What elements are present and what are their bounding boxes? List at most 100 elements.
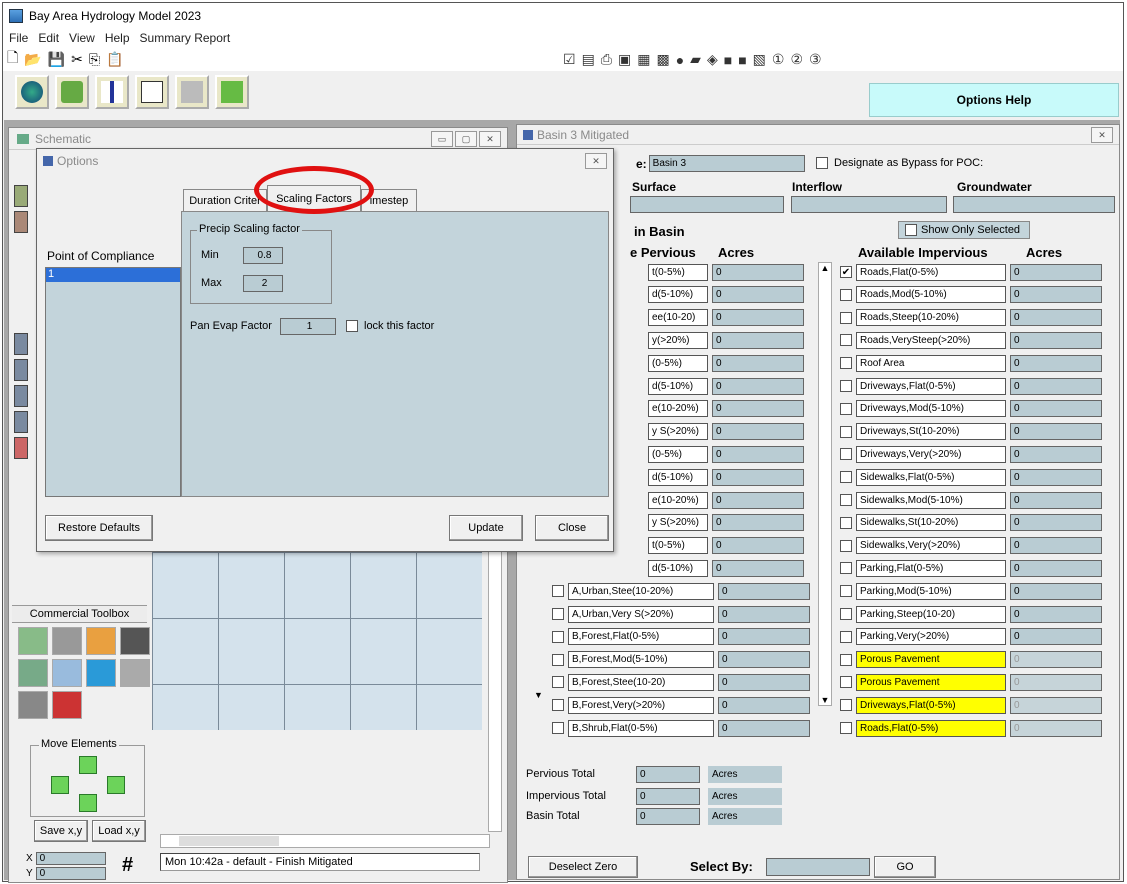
move-down-icon[interactable]	[79, 794, 97, 812]
impervious-acres-field[interactable]: 0	[1010, 309, 1102, 327]
one-icon[interactable]: ①	[772, 51, 785, 68]
y-field[interactable]: 0	[35, 867, 106, 880]
impervious-acres-field[interactable]: 0	[1010, 582, 1102, 600]
pervious-acres-field[interactable]: 0	[712, 286, 804, 304]
impervious-checkbox[interactable]	[840, 653, 852, 666]
cut-icon[interactable]: ✂	[71, 51, 83, 68]
poc-list[interactable]: 1	[45, 267, 181, 497]
impervious-checkbox[interactable]	[840, 630, 852, 643]
menu-help[interactable]: Help	[105, 31, 130, 45]
paste-icon[interactable]: 📋	[106, 51, 123, 68]
copy-icon[interactable]: ⎘	[89, 51, 100, 68]
impervious-acres-field[interactable]: 0	[1010, 377, 1102, 395]
impervious-acres-field[interactable]: 0	[1010, 331, 1102, 349]
impervious-acres-field[interactable]: 0	[1010, 468, 1102, 486]
element-icon[interactable]	[14, 333, 28, 355]
impervious-checkbox[interactable]	[840, 516, 852, 529]
pipe-icon[interactable]	[86, 627, 116, 655]
lock-factor-checkbox[interactable]	[346, 320, 358, 332]
green-roof-icon[interactable]	[18, 627, 48, 655]
basin-name-field[interactable]: Basin 3	[648, 155, 805, 172]
load-xy-button[interactable]: Load x,y	[92, 820, 146, 842]
circle-icon[interactable]: ●	[676, 52, 684, 68]
element-icon[interactable]	[14, 411, 28, 433]
deselect-zero-button[interactable]: Deselect Zero	[528, 856, 638, 878]
pervious-acres-field[interactable]: 0	[718, 673, 810, 691]
impervious-checkbox[interactable]	[840, 334, 852, 347]
impervious-acres-field[interactable]: 0	[1010, 628, 1102, 646]
schematic-hscroll[interactable]	[160, 834, 490, 848]
menu-edit[interactable]: Edit	[38, 31, 59, 45]
interflow-field[interactable]	[791, 196, 947, 213]
move-right-icon[interactable]	[107, 776, 125, 794]
cistern-icon[interactable]	[52, 659, 82, 687]
impervious-acres-field[interactable]: 0	[1010, 559, 1102, 577]
impervious-acres-field[interactable]: 0	[1010, 445, 1102, 463]
pervious-acres-field[interactable]: 0	[712, 354, 804, 372]
block2-icon[interactable]: ■	[738, 52, 746, 68]
compare-icon[interactable]: ▧	[753, 51, 766, 68]
report-icon[interactable]: ▤	[582, 51, 595, 68]
pervious-acres-field[interactable]: 0	[712, 331, 804, 349]
tank-icon[interactable]	[52, 627, 82, 655]
close-window-button[interactable]: ✕	[479, 131, 501, 147]
select-by-field[interactable]	[766, 858, 870, 876]
pervious-acres-field[interactable]: 0	[712, 468, 804, 486]
pervious-acres-field[interactable]: 0	[718, 651, 810, 669]
restore-defaults-button[interactable]: Restore Defaults	[45, 515, 153, 541]
pervious-checkbox[interactable]	[552, 699, 564, 712]
tools-button[interactable]	[175, 75, 209, 109]
impervious-acres-field[interactable]: 0	[1010, 696, 1102, 714]
impervious-checkbox[interactable]	[840, 699, 852, 712]
vault-icon[interactable]	[120, 627, 150, 655]
move-up-icon[interactable]	[79, 756, 97, 774]
impervious-acres-field[interactable]: 0	[1010, 263, 1102, 281]
impervious-checkbox[interactable]	[840, 562, 852, 575]
options-close-icon[interactable]: ✕	[585, 153, 607, 169]
impervious-checkbox[interactable]	[840, 608, 852, 620]
pervious-acres-field[interactable]: 0	[718, 719, 810, 737]
impervious-checkbox[interactable]	[840, 585, 852, 598]
impervious-acres-field[interactable]: 0	[1010, 423, 1102, 441]
pervious-acres-field[interactable]: 0	[712, 559, 804, 577]
impervious-acres-field[interactable]: 0	[1010, 491, 1102, 509]
impervious-checkbox[interactable]	[840, 288, 852, 301]
impervious-checkbox[interactable]	[840, 471, 852, 484]
poc-list-item[interactable]: 1	[46, 268, 180, 282]
globe-button[interactable]	[15, 75, 49, 109]
go-button[interactable]: GO	[874, 856, 936, 878]
pervious-checkbox[interactable]	[552, 676, 564, 689]
scroll-down-icon[interactable]: ▼	[819, 695, 831, 705]
lid-button[interactable]	[215, 75, 249, 109]
report-button[interactable]	[135, 75, 169, 109]
save2-icon[interactable]: ▣	[618, 51, 631, 68]
pervious-acres-field[interactable]: 0	[712, 263, 804, 281]
impervious-scrollbar[interactable]: ▲ ▼	[818, 262, 832, 706]
update-button[interactable]: Update	[449, 515, 523, 541]
three-icon[interactable]: ③	[809, 51, 822, 68]
menu-summary-report[interactable]: Summary Report	[140, 31, 231, 45]
groundwater-field[interactable]	[953, 196, 1115, 213]
element-icon[interactable]	[14, 385, 28, 407]
pervious-checkbox[interactable]	[552, 608, 564, 620]
structure-icon[interactable]	[18, 691, 48, 719]
impervious-acres-field[interactable]: 0	[1010, 673, 1102, 691]
element-icon[interactable]	[14, 185, 28, 207]
pervious-acres-field[interactable]: 0	[718, 696, 810, 714]
x-field[interactable]: 0	[35, 852, 106, 865]
table-icon[interactable]: ▦	[637, 51, 650, 68]
pervious-checkbox[interactable]	[552, 653, 564, 666]
impervious-checkbox[interactable]	[840, 402, 852, 415]
pan-evap-field[interactable]: 1	[280, 318, 336, 335]
impervious-acres-field[interactable]: 0	[1010, 651, 1102, 669]
pervious-scroll-down-icon[interactable]: ▼	[534, 690, 548, 706]
pond-icon[interactable]	[86, 659, 116, 687]
element-icon[interactable]	[14, 437, 28, 459]
grid-toggle-icon[interactable]: #	[122, 854, 133, 877]
impervious-acres-field[interactable]: 0	[1010, 605, 1102, 623]
pervious-acres-field[interactable]: 0	[712, 537, 804, 555]
new-icon[interactable]: 🗋	[7, 47, 18, 71]
poc-button[interactable]	[55, 75, 89, 109]
chamber-icon[interactable]	[120, 659, 150, 687]
edit-icon[interactable]: ☑	[563, 51, 576, 68]
